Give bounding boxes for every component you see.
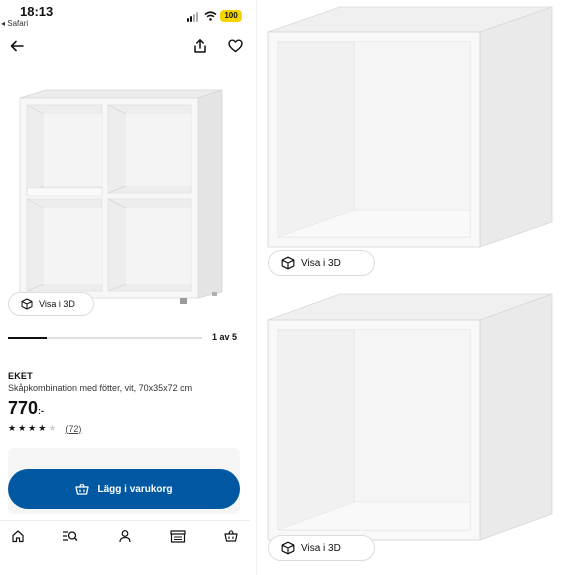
rating[interactable]: ★ ★ ★ ★ ★ (72)	[8, 423, 81, 434]
star-filled-icon: ★	[28, 423, 37, 433]
cube-image-2[interactable]	[262, 288, 562, 568]
battery-badge: 100	[220, 10, 242, 22]
add-to-cart-button[interactable]: Lägg i varukorg	[8, 469, 240, 509]
signal-icon	[187, 12, 201, 22]
home-icon[interactable]	[11, 529, 25, 543]
star-filled-icon: ★	[18, 423, 27, 433]
basket-icon	[75, 483, 90, 495]
wifi-icon	[204, 11, 217, 21]
review-count-link[interactable]: (72)	[65, 424, 81, 434]
rating-stars: ★ ★ ★ ★ ★	[8, 423, 58, 434]
product-name: EKET	[8, 371, 33, 381]
heart-icon[interactable]	[228, 39, 243, 53]
price-value: 770	[8, 398, 39, 418]
gallery-progress	[8, 337, 202, 339]
top-nav	[0, 36, 250, 60]
search-list-icon[interactable]	[62, 529, 78, 543]
view-3d-label: Visa i 3D	[301, 257, 341, 269]
view-3d-button[interactable]: Visa i 3D	[8, 292, 94, 316]
cube-image-1[interactable]	[262, 2, 562, 280]
gallery-page-indicator: 1 av 5	[212, 332, 238, 342]
bottom-tab-bar	[0, 520, 250, 550]
cube-icon	[21, 298, 33, 310]
arrow-left-icon[interactable]	[9, 38, 25, 54]
star-empty-icon: ★	[48, 423, 57, 433]
store-icon[interactable]	[170, 529, 186, 543]
profile-icon[interactable]	[118, 529, 132, 543]
basket-icon[interactable]	[224, 529, 238, 542]
view-3d-button-image-2[interactable]: Visa i 3D	[268, 535, 375, 561]
back-to-safari[interactable]: ◂ Safari	[1, 19, 28, 28]
add-to-cart-label: Lägg i varukorg	[97, 483, 173, 495]
product-description: Skåpkombination med fötter, vit, 70x35x7…	[8, 383, 193, 393]
view-3d-label: Visa i 3D	[39, 299, 75, 309]
product-image[interactable]	[0, 70, 250, 320]
status-bar: 18:13 ◂ Safari 100	[0, 0, 250, 30]
product-price: 770:-	[8, 398, 44, 419]
star-filled-icon: ★	[38, 423, 47, 433]
cube-icon	[281, 256, 295, 270]
share-icon[interactable]	[192, 38, 208, 54]
view-3d-label: Visa i 3D	[301, 542, 341, 554]
gallery-progress-fill	[8, 337, 47, 339]
price-currency: :-	[38, 406, 45, 416]
view-3d-button-image-1[interactable]: Visa i 3D	[268, 250, 375, 276]
cube-icon	[281, 541, 295, 555]
status-time: 18:13	[20, 4, 54, 19]
panel-divider	[256, 0, 257, 575]
star-filled-icon: ★	[8, 423, 17, 433]
product-page: 18:13 ◂ Safari 100 Visa i 3D 1 av 5 EKET…	[0, 0, 250, 575]
